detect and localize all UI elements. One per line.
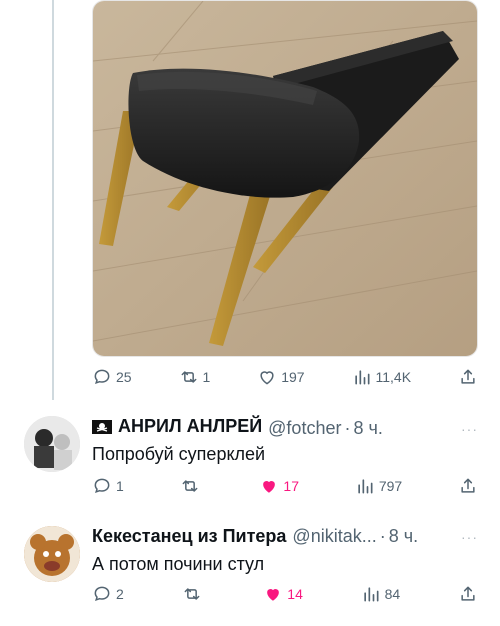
- reply-button[interactable]: 2: [92, 584, 124, 604]
- reply-count: 25: [116, 369, 132, 385]
- reply-icon: [94, 369, 110, 385]
- heart-filled-icon: [263, 481, 276, 493]
- tweet-actions: 25 1 197 11,4K: [92, 365, 478, 389]
- views-icon: [358, 479, 373, 494]
- reply-text: А потом почини стул: [92, 554, 265, 574]
- like-count: 17: [283, 478, 299, 494]
- views-count: 11,4K: [375, 369, 412, 385]
- reply-button[interactable]: 25: [92, 367, 132, 387]
- repost-button[interactable]: 1: [179, 367, 211, 387]
- share-button[interactable]: [458, 367, 478, 387]
- repost-button[interactable]: [182, 584, 206, 604]
- heart-icon: [260, 371, 274, 385]
- like-count: 14: [287, 586, 303, 602]
- views-count: 797: [378, 478, 403, 494]
- reply-count: 1: [116, 478, 124, 494]
- reply-1-actions: 1 17 797: [92, 474, 478, 498]
- share-button[interactable]: [458, 584, 478, 604]
- views-icon: [363, 587, 379, 602]
- share-icon: [461, 586, 475, 601]
- avatar-image: [24, 416, 80, 472]
- avatar-image: [24, 526, 80, 582]
- views-button[interactable]: 11,4K: [352, 367, 412, 387]
- views-button[interactable]: 84: [361, 584, 401, 604]
- reply-button[interactable]: 1: [92, 476, 124, 496]
- like-button[interactable]: 197: [257, 367, 305, 387]
- reply-author-name[interactable]: Кекестанец из Питера: [92, 526, 286, 547]
- repost-button[interactable]: [180, 476, 204, 496]
- heart-filled-icon: [267, 589, 280, 601]
- reply-icon: [94, 478, 110, 494]
- share-icon: [461, 478, 475, 493]
- reply-2-actions: 2 14 84: [92, 582, 478, 606]
- repost-icon: [184, 588, 199, 600]
- share-icon: [461, 369, 475, 384]
- reply-count: 2: [116, 586, 124, 602]
- reply-text: Попробуй суперклей: [92, 444, 266, 464]
- thread-line: [52, 0, 54, 400]
- reply-time[interactable]: 8 ч.: [353, 418, 382, 439]
- views-button[interactable]: 797: [355, 476, 402, 496]
- views-count: 84: [384, 586, 401, 602]
- repost-icon: [182, 480, 198, 492]
- pirate-flag-icon: [92, 419, 112, 434]
- repost-count: 1: [202, 369, 211, 385]
- repost-icon: [181, 371, 196, 383]
- reply-icon: [94, 586, 110, 602]
- share-button[interactable]: [458, 476, 478, 496]
- like-button[interactable]: 17: [259, 476, 299, 496]
- chair-photo-image: [93, 1, 477, 356]
- reply-author-handle[interactable]: @nikitak...: [292, 526, 376, 547]
- views-icon: [354, 370, 369, 385]
- reply-author-name[interactable]: АНРИЛ АНЛРЕЙ: [92, 416, 262, 437]
- more-options-icon[interactable]: ···: [461, 421, 478, 437]
- reply-time[interactable]: 8 ч.: [389, 526, 418, 547]
- avatar[interactable]: [24, 526, 80, 582]
- tweet-photo[interactable]: [92, 0, 478, 357]
- reply-author-handle[interactable]: @fotcher: [268, 418, 341, 439]
- more-options-icon[interactable]: ···: [461, 529, 478, 545]
- like-count: 197: [281, 369, 305, 385]
- separator-dot: ·: [379, 526, 386, 546]
- like-button[interactable]: 14: [263, 584, 303, 604]
- separator-dot: ·: [344, 417, 351, 438]
- reply-author-name-text: АНРИЛ АНЛРЕЙ: [118, 416, 263, 436]
- avatar[interactable]: [24, 416, 80, 472]
